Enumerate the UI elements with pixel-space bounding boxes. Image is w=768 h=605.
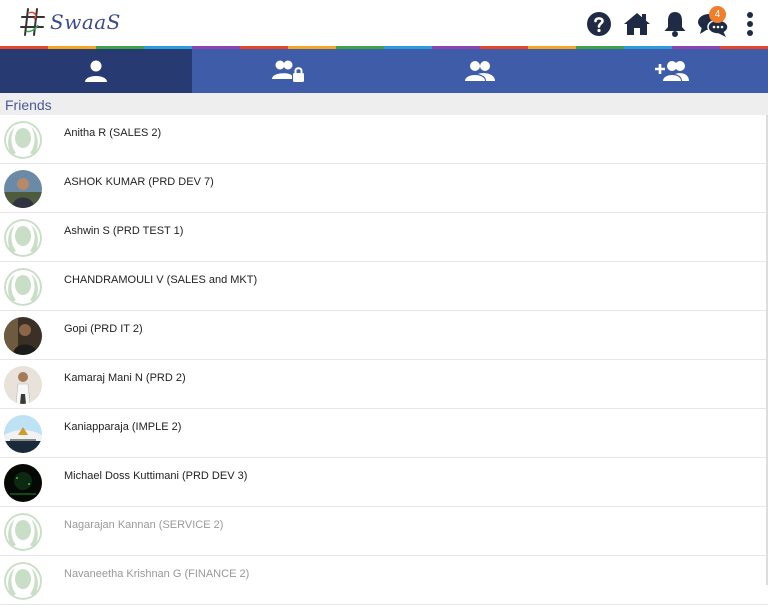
top-bar: SwaaS 4: [0, 0, 768, 46]
friend-name: Navaneetha Krishnan G (FINANCE 2): [64, 568, 250, 580]
list-item[interactable]: Ashwin S (PRD TEST 1): [0, 213, 768, 262]
home-icon: [624, 13, 650, 35]
notification-badge: 4: [709, 6, 726, 23]
avatar-placeholder-icon: [4, 219, 42, 257]
add-group-icon: [655, 61, 689, 81]
logo-text: SwaaS: [50, 10, 121, 34]
avatar-placeholder-icon: [4, 513, 42, 551]
list-item[interactable]: Kamaraj Mani N (PRD 2): [0, 360, 768, 409]
friend-name: Nagarajan Kannan (SERVICE 2): [64, 519, 224, 531]
avatar: [4, 317, 42, 355]
more-menu-button[interactable]: [732, 6, 768, 42]
list-item[interactable]: Michael Doss Kuttimani (PRD DEV 3): [0, 458, 768, 507]
avatar-photo-icon: [4, 464, 42, 502]
tab-my-profile[interactable]: [0, 49, 192, 93]
header-actions: 4: [580, 6, 768, 42]
notifications-button[interactable]: [656, 6, 694, 42]
friends-list: Anitha R (SALES 2) ASHOK KUMAR (PRD DEV …: [0, 115, 768, 605]
avatar: [4, 219, 42, 257]
list-item[interactable]: CHANDRAMOULI V (SALES and MKT): [0, 262, 768, 311]
avatar: [4, 170, 42, 208]
app-logo[interactable]: SwaaS: [20, 4, 121, 40]
avatar: [4, 268, 42, 306]
help-icon: [587, 12, 611, 36]
group-lock-icon: [272, 60, 304, 82]
avatar: [4, 121, 42, 159]
person-icon: [85, 60, 107, 82]
friend-name: ASHOK KUMAR (PRD DEV 7): [64, 176, 214, 188]
avatar: [4, 562, 42, 600]
avatar-placeholder-icon: [4, 268, 42, 306]
avatar: [4, 415, 42, 453]
friend-name: Kamaraj Mani N (PRD 2): [64, 372, 186, 384]
avatar-photo-icon: [4, 317, 42, 355]
tab-groups[interactable]: [384, 49, 576, 93]
list-item[interactable]: Nagarajan Kannan (SERVICE 2): [0, 507, 768, 556]
friend-name: Anitha R (SALES 2): [64, 127, 162, 139]
avatar-placeholder-icon: [4, 562, 42, 600]
friend-name: Ashwin S (PRD TEST 1): [64, 225, 184, 237]
avatar: [4, 513, 42, 551]
tab-private-groups[interactable]: [192, 49, 384, 93]
chat-button[interactable]: 4: [694, 6, 732, 42]
avatar-photo-icon: [4, 366, 42, 404]
hash-logo-icon: [20, 8, 45, 36]
list-item[interactable]: ASHOK KUMAR (PRD DEV 7): [0, 164, 768, 213]
home-button[interactable]: [618, 6, 656, 42]
friend-name: Michael Doss Kuttimani (PRD DEV 3): [64, 470, 248, 482]
list-item[interactable]: Kaniapparaja (IMPLE 2): [0, 409, 768, 458]
list-item[interactable]: Anitha R (SALES 2): [0, 115, 768, 164]
list-item[interactable]: Navaneetha Krishnan G (FINANCE 2): [0, 556, 768, 605]
avatar-photo-icon: [4, 415, 42, 453]
avatar-photo-icon: [4, 170, 42, 208]
avatar: [4, 464, 42, 502]
group-icon: [465, 61, 495, 81]
help-button[interactable]: [580, 6, 618, 42]
list-item[interactable]: Gopi (PRD IT 2): [0, 311, 768, 360]
friend-name: Kaniapparaja (IMPLE 2): [64, 421, 182, 433]
tab-add-group[interactable]: [576, 49, 768, 93]
bell-icon: [664, 12, 686, 37]
avatar-placeholder-icon: [4, 121, 42, 159]
section-title-friends: Friends: [0, 93, 768, 115]
tab-bar: [0, 49, 768, 93]
avatar: [4, 366, 42, 404]
friend-name: Gopi (PRD IT 2): [64, 323, 143, 335]
friend-name: CHANDRAMOULI V (SALES and MKT): [64, 274, 258, 286]
more-vertical-icon: [747, 12, 753, 36]
